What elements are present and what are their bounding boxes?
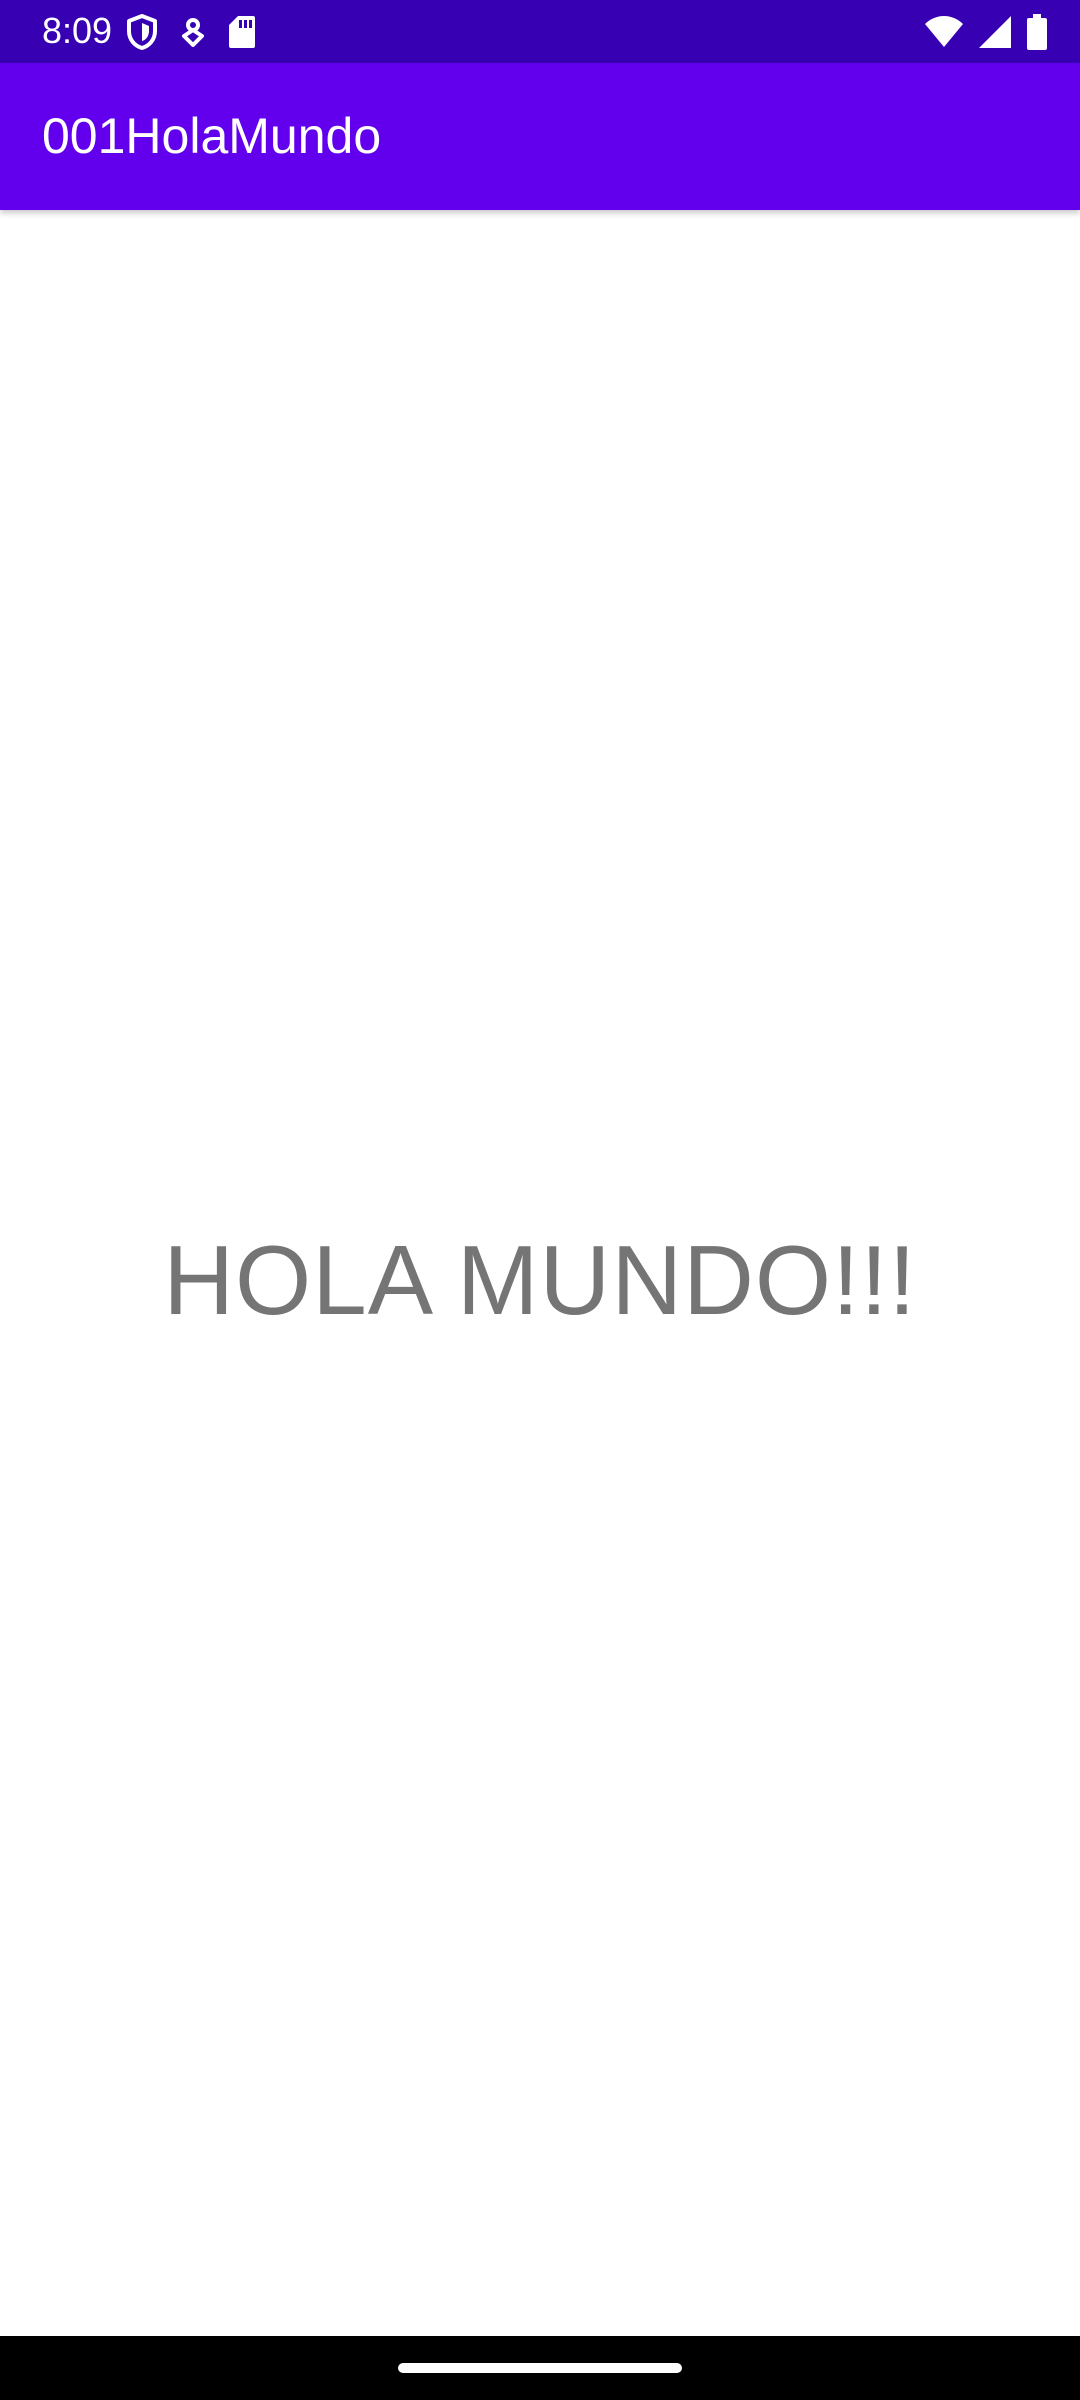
app-bar: 001HolaMundo: [0, 63, 1080, 210]
sd-card-icon: [228, 15, 256, 49]
location-pin-icon: [180, 16, 206, 48]
navigation-bar: [0, 2336, 1080, 2400]
status-time: 8:09: [42, 10, 113, 51]
app-screen: 8:09 001HolaMundo HOLA MUNDO!!!: [0, 0, 1080, 2400]
wifi-icon: [924, 15, 964, 49]
status-system-icons: [924, 12, 1048, 52]
app-title: 001HolaMundo: [42, 108, 382, 164]
main-content: HOLA MUNDO!!!: [0, 210, 1080, 2334]
signal-icon: [978, 15, 1012, 49]
battery-icon: [1026, 14, 1048, 50]
status-notification-icons: [126, 12, 256, 52]
shield-icon: [126, 14, 158, 50]
status-bar: 8:09: [0, 0, 1080, 63]
home-gesture-handle[interactable]: [398, 2363, 682, 2373]
hello-world-text: HOLA MUNDO!!!: [163, 1225, 917, 1335]
